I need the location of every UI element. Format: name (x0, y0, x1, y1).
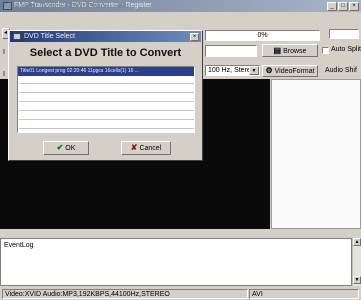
folder-icon: ▤ (273, 46, 282, 55)
auto-split-label: Auto Split (331, 46, 361, 53)
list-item[interactable] (19, 94, 194, 102)
cancel-button[interactable]: ✘ Cancel (121, 141, 171, 155)
scroll-up-icon[interactable]: ▲ (353, 238, 361, 246)
scroll-down-icon[interactable]: ▼ (353, 276, 361, 284)
auto-split-checkbox[interactable] (322, 47, 329, 54)
list-item[interactable] (19, 76, 194, 84)
settings-icon: ⚙ (265, 66, 273, 75)
info-panel (271, 79, 361, 229)
title-row-selected[interactable]: Title01 Longest prog 02:20:46 11pgcs 16c… (18, 67, 194, 76)
minimize-button[interactable]: _ (327, 2, 337, 11)
list-item[interactable] (19, 121, 194, 129)
event-log-label: EventLog (4, 242, 34, 249)
videoformat-button[interactable]: ⚙ VideoFormat (262, 65, 318, 77)
audio-format-value: 100 Hz, Stereo (208, 67, 255, 74)
event-log-scrollbar[interactable]: ▲ ▼ (352, 238, 361, 286)
audio-shift-label: Audio Shif (325, 67, 357, 74)
status-container: AVI (249, 289, 359, 299)
browse-button[interactable]: ▤ Browse (262, 44, 318, 57)
menu-help[interactable]: Help (114, 2, 128, 11)
output-label: I (3, 71, 5, 78)
disc-icon (13, 33, 21, 40)
menu-option[interactable]: Option (88, 2, 109, 11)
x-icon: ✘ (130, 143, 138, 152)
menubar (0, 12, 361, 24)
input-label: I (3, 49, 5, 56)
event-log (0, 238, 352, 286)
ok-label: OK (65, 145, 76, 152)
dialog-title: DVD Title Select (24, 33, 75, 40)
list-item[interactable] (19, 103, 194, 111)
menu-dvd[interactable]: DVD (70, 2, 85, 11)
cancel-label: Cancel (139, 145, 162, 152)
list-item[interactable] (19, 112, 194, 120)
menu-control[interactable]: Control (40, 2, 63, 11)
videoformat-label: VideoFormat (274, 68, 315, 75)
dialog-heading: Select a DVD Title to Convert (29, 47, 182, 59)
browse-label: Browse (283, 48, 307, 55)
title-list[interactable] (17, 66, 195, 133)
status-codec: Video:XVID Audio:MP3,192KBPS,44100Hz,STE… (2, 289, 248, 299)
maximize-button[interactable]: □ (338, 2, 348, 11)
dropdown-arrow-icon[interactable]: ▼ (249, 66, 259, 75)
list-item[interactable] (19, 85, 194, 93)
output-path-field[interactable] (205, 45, 257, 57)
menu-view[interactable]: View (20, 2, 35, 11)
aux-field (329, 29, 359, 39)
ok-button[interactable]: ✔ OK (43, 141, 89, 155)
close-button[interactable]: × (349, 2, 359, 11)
dialog-close-icon[interactable]: × (190, 33, 199, 41)
progress-indicator: 0% (205, 30, 320, 41)
check-icon: ✔ (56, 143, 64, 152)
splitter-bar[interactable] (0, 229, 361, 237)
menu-file[interactable]: File (4, 2, 15, 11)
